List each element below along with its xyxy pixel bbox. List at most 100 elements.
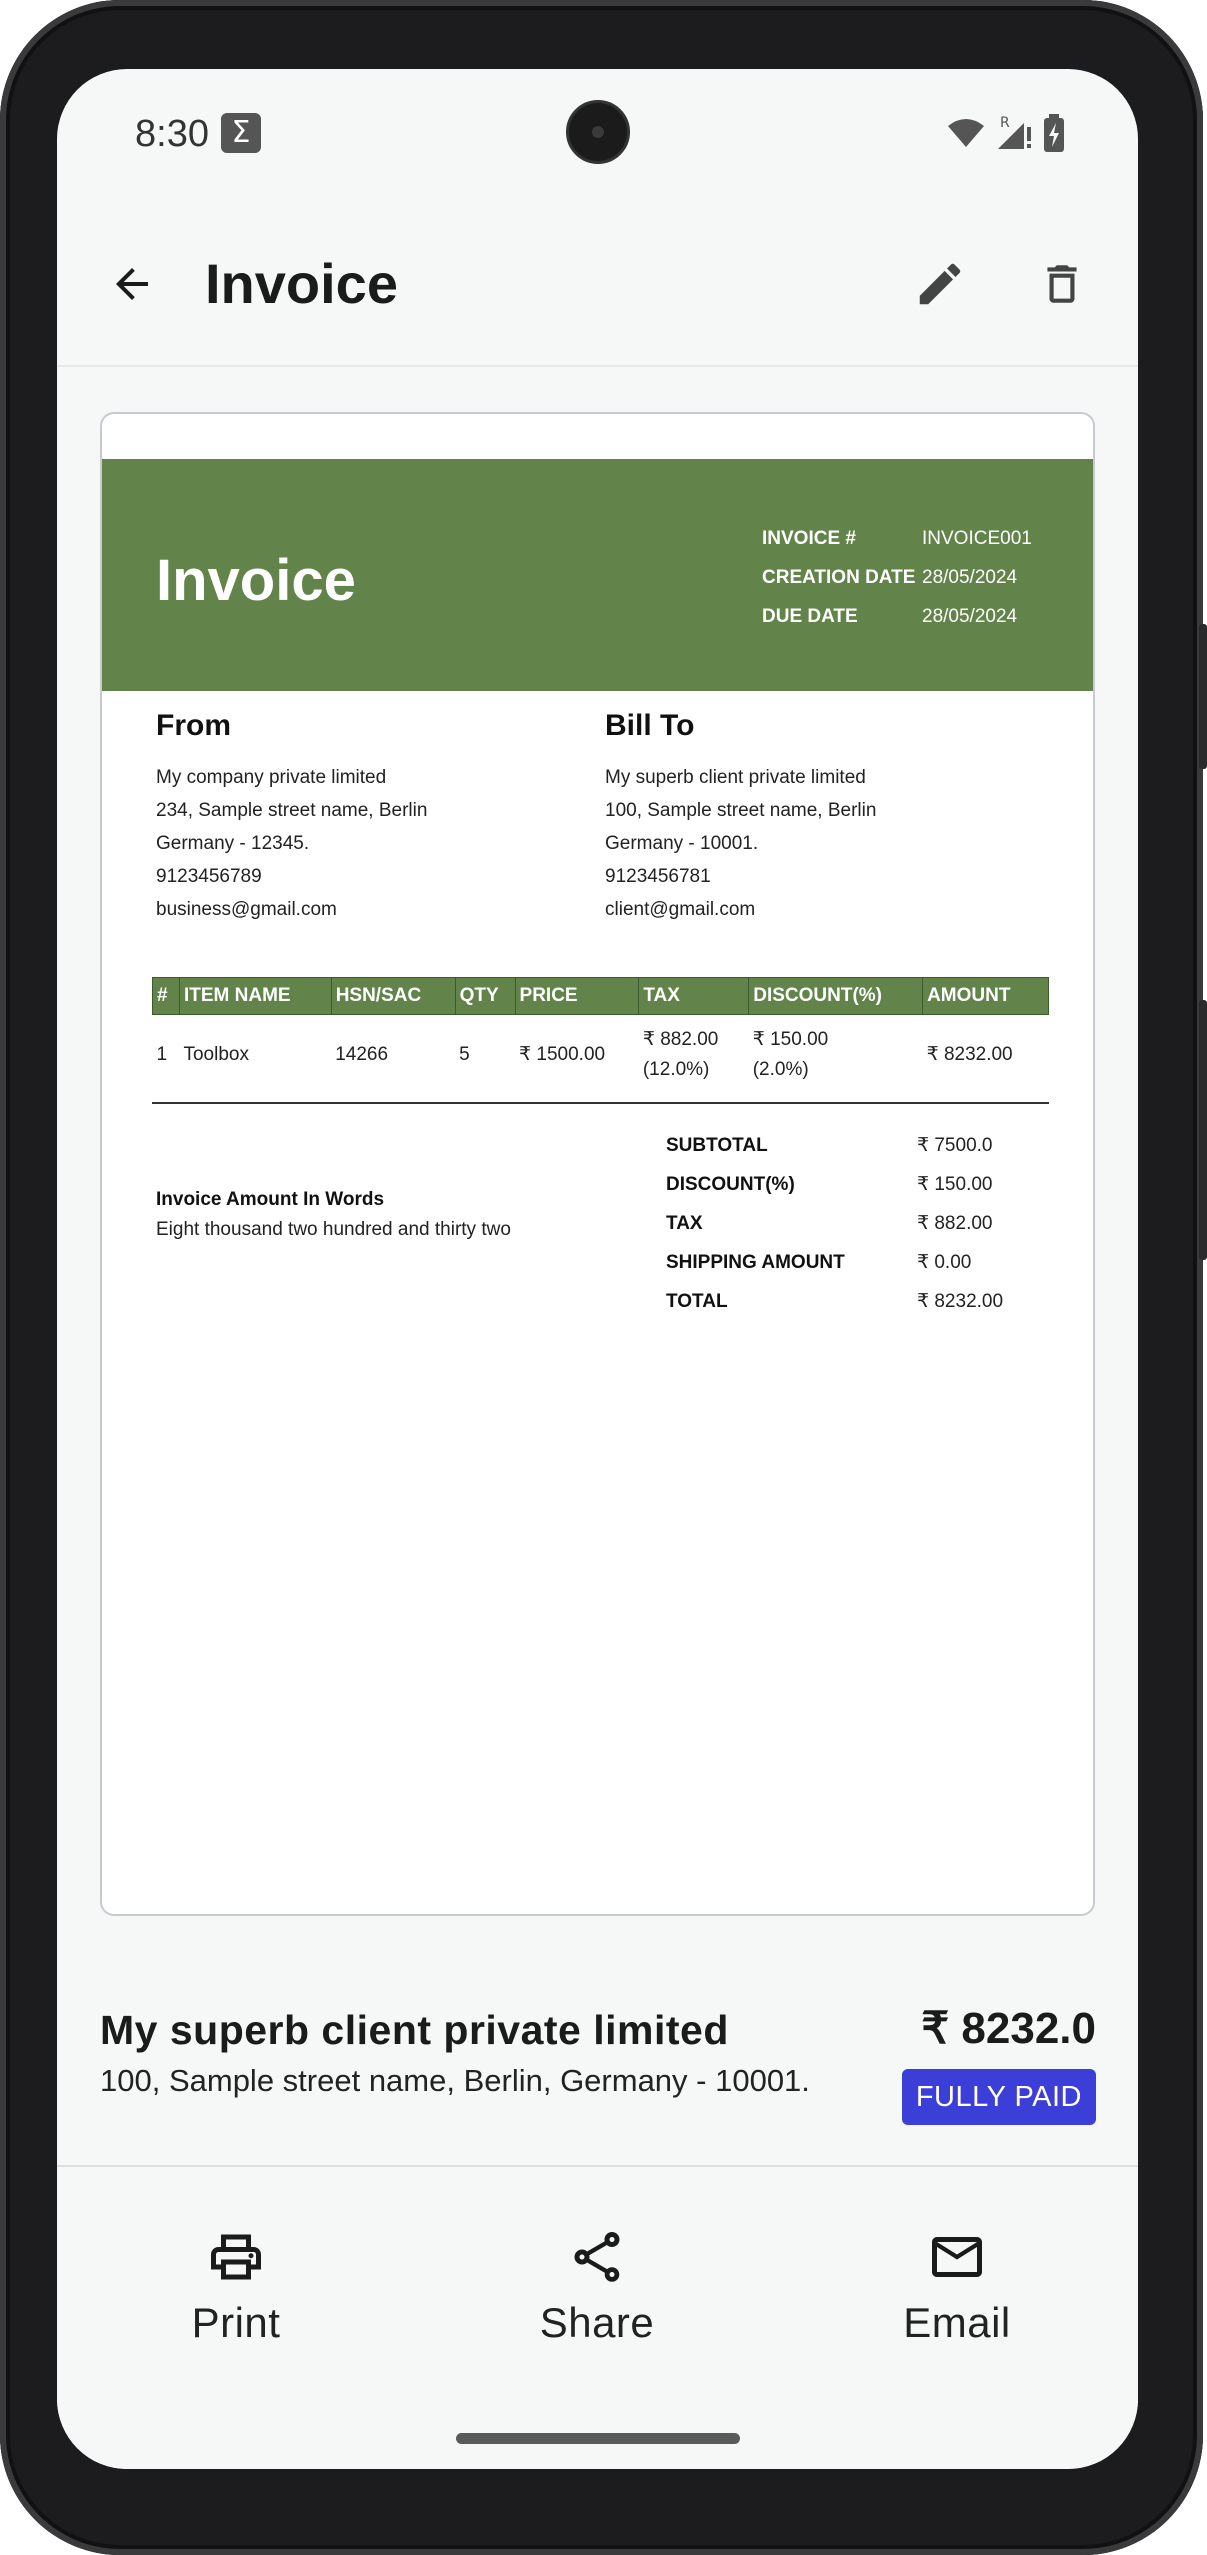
table-divider [152,1102,1049,1104]
app-bar: Invoice [57,199,1138,367]
share-icon [574,2232,620,2282]
meta-row-due-date: DUE DATE 28/05/2024 [762,597,1032,636]
totals-value: ₹ 150.00 [917,1174,993,1195]
column-header: DISCOUNT(%) [748,977,924,1015]
bottom-actions: Print Share Email [57,2169,1138,2469]
print-button[interactable]: Print [136,2225,336,2347]
cell-number: 1 [156,1043,168,1065]
share-label: Share [539,2299,655,2346]
back-button[interactable] [97,249,167,319]
column-header: QTY [454,977,516,1015]
totals-label: TOTAL [666,1290,728,1312]
from-line: business@gmail.com [156,899,337,920]
discount-percent: (2.0%) [752,1058,809,1080]
email-button[interactable]: Email [857,2225,1057,2347]
invoice-meta: INVOICE # INVOICE001 CREATION DATE 28/05… [762,519,1032,636]
bill-to-section: Bill To My superb client private limited… [605,709,1005,926]
status-badge: FULLY PAID [901,2069,1096,2125]
meta-label: DUE DATE [762,605,858,627]
from-line: My company private limited [156,767,387,788]
cell-tax: ₹ 882.00 (12.0%) [639,1015,749,1095]
meta-value: 28/05/2024 [922,605,1018,627]
page-title: Invoice [205,252,398,315]
invoice-document[interactable]: Invoice INVOICE # INVOICE001 CREATION DA… [100,412,1095,1916]
totals-row-discount: DISCOUNT(%) ₹ 150.00 [666,1165,1003,1204]
totals-value: ₹ 882.00 [917,1213,993,1234]
bill-to-line: 100, Sample street name, Berlin [605,800,877,821]
mail-icon [932,2237,982,2277]
meta-row-invoice-number: INVOICE # INVOICE001 [762,519,1032,558]
share-button[interactable]: Share [497,2225,697,2347]
from-section: From My company private limited 234, Sam… [156,709,556,926]
table-row: 1 Toolbox 14266 5 ₹ 1500.00 ₹ 882.00 (12… [153,1015,1049,1095]
totals-value: ₹ 8232.00 [917,1291,1004,1312]
pencil-icon [919,263,961,305]
from-heading: From [156,709,231,742]
cell-price: ₹ 1500.00 [519,1043,606,1065]
wifi-icon [948,119,984,147]
status-icons: R [946,113,1066,153]
totals-label: DISCOUNT(%) [666,1173,795,1195]
cell-amount: ₹ 8232.00 [926,1043,1013,1065]
meta-value: 28/05/2024 [922,566,1018,588]
cell-item-name: Toolbox [183,1043,249,1065]
client-name: My superb client private limited [100,2007,729,2053]
meta-label: CREATION DATE [762,566,916,588]
home-indicator[interactable] [456,2433,740,2444]
from-line: 234, Sample street name, Berlin [156,800,428,821]
amount-in-words-value: Eight thousand two hundred and thirty tw… [156,1219,511,1240]
totals-section: SUBTOTAL ₹ 7500.0 DISCOUNT(%) ₹ 150.00 T… [666,1126,1003,1321]
bill-to-line: 9123456781 [605,866,711,887]
totals-row-shipping: SHIPPING AMOUNT ₹ 0.00 [666,1243,1003,1282]
totals-label: TAX [666,1212,703,1234]
table-header-row: # ITEM NAME HSN/SAC QTY PRICE TAX DISCOU… [152,977,1049,1015]
phone-frame: 8:30 Σ R Invoice Invoice INVOICE # INVOI… [0,0,1207,2555]
items-table: # ITEM NAME HSN/SAC QTY PRICE TAX DISCOU… [152,977,1049,1095]
bill-to-line: Germany - 10001. [605,833,759,854]
battery-charging-icon [1044,114,1064,152]
column-header: TAX [638,977,750,1015]
invoice-header: Invoice INVOICE # INVOICE001 CREATION DA… [102,459,1093,691]
invoice-preview-area: Invoice INVOICE # INVOICE001 CREATION DA… [57,369,1138,1959]
amount-in-words-title: Invoice Amount In Words [156,1189,385,1210]
cell-hsn: 14266 [335,1043,389,1065]
bill-to-line: client@gmail.com [605,899,756,920]
power-button [1199,624,1207,769]
front-camera [566,100,630,164]
invoice-title: Invoice [156,548,356,613]
meta-row-creation-date: CREATION DATE 28/05/2024 [762,558,1032,597]
print-label: Print [191,2299,281,2346]
from-line: Germany - 12345. [156,833,310,854]
delete-button[interactable] [1027,249,1097,319]
client-address: 100, Sample street name, Berlin, Germany… [100,2063,810,2098]
amount-in-words: Invoice Amount In Words Eight thousand t… [156,1189,511,1241]
totals-row-total: TOTAL ₹ 8232.00 [666,1282,1003,1321]
totals-value: ₹ 7500.0 [917,1135,993,1156]
printer-icon [211,2234,261,2280]
meta-value: INVOICE001 [922,527,1032,549]
total-amount: ₹ 8232.0 [921,2004,1096,2053]
totals-row-tax: TAX ₹ 882.00 [666,1204,1003,1243]
arrow-back-icon [116,268,148,300]
screen: 8:30 Σ R Invoice Invoice INVOICE # INVOI… [57,69,1138,2469]
tax-amount: ₹ 882.00 [642,1028,719,1050]
bill-to-line: My superb client private limited [605,767,866,788]
trash-icon [1047,265,1077,303]
column-header: ITEM NAME [178,977,332,1015]
cell-qty: 5 [459,1043,470,1065]
status-time: 8:30 [135,113,209,155]
from-line: 9123456789 [156,866,262,887]
totals-label: SUBTOTAL [666,1134,768,1156]
volume-button [1199,1000,1207,1260]
discount-amount: ₹ 150.00 [752,1028,829,1050]
totals-value: ₹ 0.00 [917,1252,972,1273]
totals-label: SHIPPING AMOUNT [666,1251,845,1273]
column-header: AMOUNT [922,977,1049,1015]
column-header: # [152,977,180,1015]
signal-roaming-icon: R [998,115,1031,149]
edit-button[interactable] [905,249,975,319]
column-header: PRICE [514,977,640,1015]
cell-discount: ₹ 150.00 (2.0%) [749,1015,923,1095]
bill-to-heading: Bill To [605,709,695,742]
email-label: Email [903,2299,1011,2346]
